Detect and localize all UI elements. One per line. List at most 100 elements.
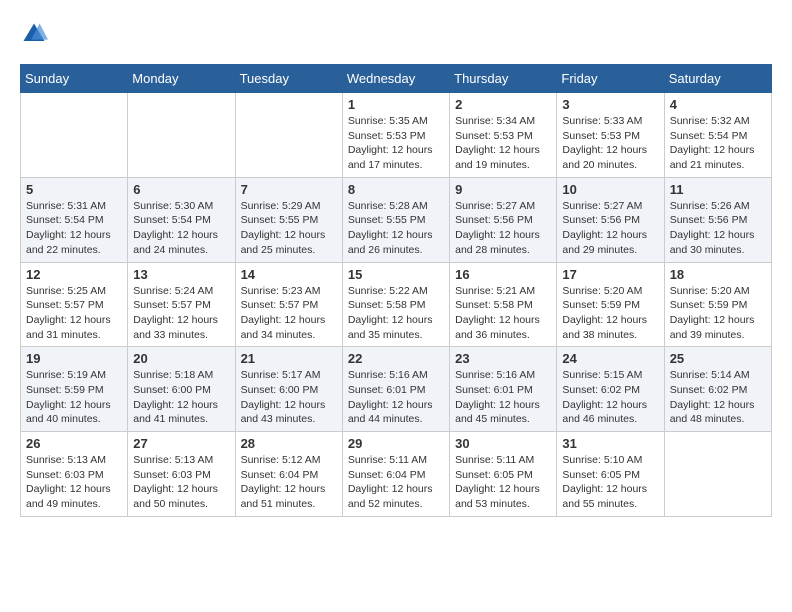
calendar-cell: 12 Sunrise: 5:25 AM Sunset: 5:57 PM Dayli… — [21, 262, 128, 347]
week-row-1: 5 Sunrise: 5:31 AM Sunset: 5:54 PM Daylig… — [21, 177, 772, 262]
day-number: 5 — [26, 182, 122, 197]
calendar-cell: 7 Sunrise: 5:29 AM Sunset: 5:55 PM Daylig… — [235, 177, 342, 262]
calendar-cell: 1 Sunrise: 5:35 AM Sunset: 5:53 PM Daylig… — [342, 93, 449, 178]
day-info: Sunrise: 5:13 AM Sunset: 6:03 PM Dayligh… — [26, 453, 122, 512]
day-info: Sunrise: 5:27 AM Sunset: 5:56 PM Dayligh… — [455, 199, 551, 258]
day-number: 10 — [562, 182, 658, 197]
day-number: 24 — [562, 351, 658, 366]
day-info: Sunrise: 5:24 AM Sunset: 5:57 PM Dayligh… — [133, 284, 229, 343]
day-info: Sunrise: 5:21 AM Sunset: 5:58 PM Dayligh… — [455, 284, 551, 343]
day-number: 23 — [455, 351, 551, 366]
day-info: Sunrise: 5:17 AM Sunset: 6:00 PM Dayligh… — [241, 368, 337, 427]
day-info: Sunrise: 5:30 AM Sunset: 5:54 PM Dayligh… — [133, 199, 229, 258]
calendar-cell: 4 Sunrise: 5:32 AM Sunset: 5:54 PM Daylig… — [664, 93, 771, 178]
day-info: Sunrise: 5:10 AM Sunset: 6:05 PM Dayligh… — [562, 453, 658, 512]
header-day-tuesday: Tuesday — [235, 65, 342, 93]
calendar-cell: 16 Sunrise: 5:21 AM Sunset: 5:58 PM Dayli… — [450, 262, 557, 347]
day-number: 13 — [133, 267, 229, 282]
day-number: 15 — [348, 267, 444, 282]
day-info: Sunrise: 5:28 AM Sunset: 5:55 PM Dayligh… — [348, 199, 444, 258]
calendar-cell: 20 Sunrise: 5:18 AM Sunset: 6:00 PM Dayli… — [128, 347, 235, 432]
calendar-cell: 15 Sunrise: 5:22 AM Sunset: 5:58 PM Dayli… — [342, 262, 449, 347]
day-number: 20 — [133, 351, 229, 366]
calendar-cell — [664, 432, 771, 517]
day-info: Sunrise: 5:23 AM Sunset: 5:57 PM Dayligh… — [241, 284, 337, 343]
day-info: Sunrise: 5:22 AM Sunset: 5:58 PM Dayligh… — [348, 284, 444, 343]
day-number: 17 — [562, 267, 658, 282]
header-day-thursday: Thursday — [450, 65, 557, 93]
day-number: 6 — [133, 182, 229, 197]
header-day-friday: Friday — [557, 65, 664, 93]
calendar-cell: 3 Sunrise: 5:33 AM Sunset: 5:53 PM Daylig… — [557, 93, 664, 178]
day-info: Sunrise: 5:20 AM Sunset: 5:59 PM Dayligh… — [670, 284, 766, 343]
day-number: 21 — [241, 351, 337, 366]
day-number: 3 — [562, 97, 658, 112]
calendar-cell — [128, 93, 235, 178]
calendar-cell: 9 Sunrise: 5:27 AM Sunset: 5:56 PM Daylig… — [450, 177, 557, 262]
week-row-0: 1 Sunrise: 5:35 AM Sunset: 5:53 PM Daylig… — [21, 93, 772, 178]
day-number: 26 — [26, 436, 122, 451]
calendar-cell: 11 Sunrise: 5:26 AM Sunset: 5:56 PM Dayli… — [664, 177, 771, 262]
calendar-cell: 29 Sunrise: 5:11 AM Sunset: 6:04 PM Dayli… — [342, 432, 449, 517]
calendar-cell: 5 Sunrise: 5:31 AM Sunset: 5:54 PM Daylig… — [21, 177, 128, 262]
header-day-sunday: Sunday — [21, 65, 128, 93]
calendar-cell: 26 Sunrise: 5:13 AM Sunset: 6:03 PM Dayli… — [21, 432, 128, 517]
week-row-3: 19 Sunrise: 5:19 AM Sunset: 5:59 PM Dayli… — [21, 347, 772, 432]
day-number: 12 — [26, 267, 122, 282]
calendar-cell: 23 Sunrise: 5:16 AM Sunset: 6:01 PM Dayli… — [450, 347, 557, 432]
day-info: Sunrise: 5:13 AM Sunset: 6:03 PM Dayligh… — [133, 453, 229, 512]
week-row-4: 26 Sunrise: 5:13 AM Sunset: 6:03 PM Dayli… — [21, 432, 772, 517]
day-number: 16 — [455, 267, 551, 282]
calendar-cell: 10 Sunrise: 5:27 AM Sunset: 5:56 PM Dayli… — [557, 177, 664, 262]
day-info: Sunrise: 5:26 AM Sunset: 5:56 PM Dayligh… — [670, 199, 766, 258]
day-info: Sunrise: 5:20 AM Sunset: 5:59 PM Dayligh… — [562, 284, 658, 343]
day-info: Sunrise: 5:11 AM Sunset: 6:04 PM Dayligh… — [348, 453, 444, 512]
day-number: 1 — [348, 97, 444, 112]
day-number: 19 — [26, 351, 122, 366]
day-number: 8 — [348, 182, 444, 197]
calendar-cell — [235, 93, 342, 178]
day-number: 29 — [348, 436, 444, 451]
day-number: 14 — [241, 267, 337, 282]
calendar-cell: 24 Sunrise: 5:15 AM Sunset: 6:02 PM Dayli… — [557, 347, 664, 432]
day-number: 4 — [670, 97, 766, 112]
calendar-cell: 25Sunrise: 5:14 AM Sunset: 6:02 PM Dayli… — [664, 347, 771, 432]
day-number: 9 — [455, 182, 551, 197]
calendar-cell: 8 Sunrise: 5:28 AM Sunset: 5:55 PM Daylig… — [342, 177, 449, 262]
day-number: 22 — [348, 351, 444, 366]
calendar-cell — [21, 93, 128, 178]
calendar-cell: 28Sunrise: 5:12 AM Sunset: 6:04 PM Dayli… — [235, 432, 342, 517]
day-number: 11 — [670, 182, 766, 197]
day-number: 7 — [241, 182, 337, 197]
calendar-cell: 30Sunrise: 5:11 AM Sunset: 6:05 PM Dayli… — [450, 432, 557, 517]
day-info: Sunrise: 5:16 AM Sunset: 6:01 PM Dayligh… — [348, 368, 444, 427]
day-info: Sunrise: 5:29 AM Sunset: 5:55 PM Dayligh… — [241, 199, 337, 258]
day-info: Sunrise: 5:34 AM Sunset: 5:53 PM Dayligh… — [455, 114, 551, 173]
calendar-cell: 13 Sunrise: 5:24 AM Sunset: 5:57 PM Dayli… — [128, 262, 235, 347]
header-day-saturday: Saturday — [664, 65, 771, 93]
day-info: Sunrise: 5:15 AM Sunset: 6:02 PM Dayligh… — [562, 368, 658, 427]
day-number: 31 — [562, 436, 658, 451]
header-day-wednesday: Wednesday — [342, 65, 449, 93]
day-number: 25 — [670, 351, 766, 366]
day-info: Sunrise: 5:16 AM Sunset: 6:01 PM Dayligh… — [455, 368, 551, 427]
day-info: Sunrise: 5:11 AM Sunset: 6:05 PM Dayligh… — [455, 453, 551, 512]
day-info: Sunrise: 5:32 AM Sunset: 5:54 PM Dayligh… — [670, 114, 766, 173]
logo — [20, 20, 52, 48]
day-info: Sunrise: 5:25 AM Sunset: 5:57 PM Dayligh… — [26, 284, 122, 343]
day-info: Sunrise: 5:31 AM Sunset: 5:54 PM Dayligh… — [26, 199, 122, 258]
calendar-cell: 6 Sunrise: 5:30 AM Sunset: 5:54 PM Daylig… — [128, 177, 235, 262]
week-row-2: 12 Sunrise: 5:25 AM Sunset: 5:57 PM Dayli… — [21, 262, 772, 347]
calendar-cell: 2Sunrise: 5:34 AM Sunset: 5:53 PM Daylig… — [450, 93, 557, 178]
day-number: 27 — [133, 436, 229, 451]
day-info: Sunrise: 5:35 AM Sunset: 5:53 PM Dayligh… — [348, 114, 444, 173]
day-info: Sunrise: 5:19 AM Sunset: 5:59 PM Dayligh… — [26, 368, 122, 427]
calendar-cell: 18 Sunrise: 5:20 AM Sunset: 5:59 PM Dayli… — [664, 262, 771, 347]
day-number: 28 — [241, 436, 337, 451]
day-number: 18 — [670, 267, 766, 282]
day-info: Sunrise: 5:33 AM Sunset: 5:53 PM Dayligh… — [562, 114, 658, 173]
header-day-monday: Monday — [128, 65, 235, 93]
calendar-header-row: SundayMondayTuesdayWednesdayThursdayFrid… — [21, 65, 772, 93]
day-info: Sunrise: 5:27 AM Sunset: 5:56 PM Dayligh… — [562, 199, 658, 258]
day-info: Sunrise: 5:18 AM Sunset: 6:00 PM Dayligh… — [133, 368, 229, 427]
